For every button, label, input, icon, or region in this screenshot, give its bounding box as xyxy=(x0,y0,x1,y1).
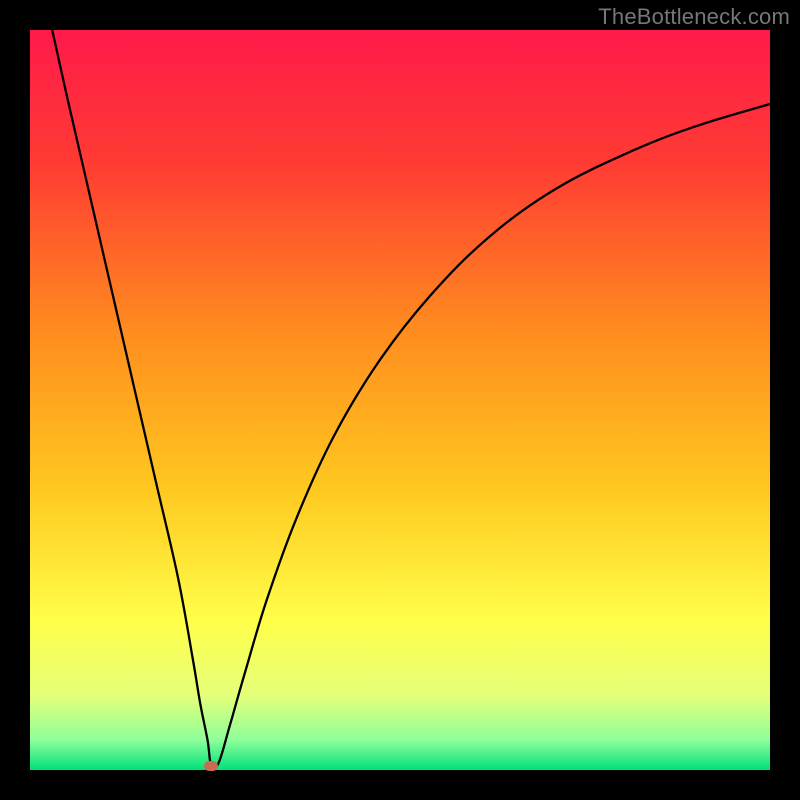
bottleneck-curve xyxy=(52,30,770,769)
minimum-marker xyxy=(204,761,218,771)
attribution-text: TheBottleneck.com xyxy=(598,4,790,30)
plot-area xyxy=(30,30,770,770)
curve-layer xyxy=(30,30,770,770)
chart-frame: TheBottleneck.com xyxy=(0,0,800,800)
